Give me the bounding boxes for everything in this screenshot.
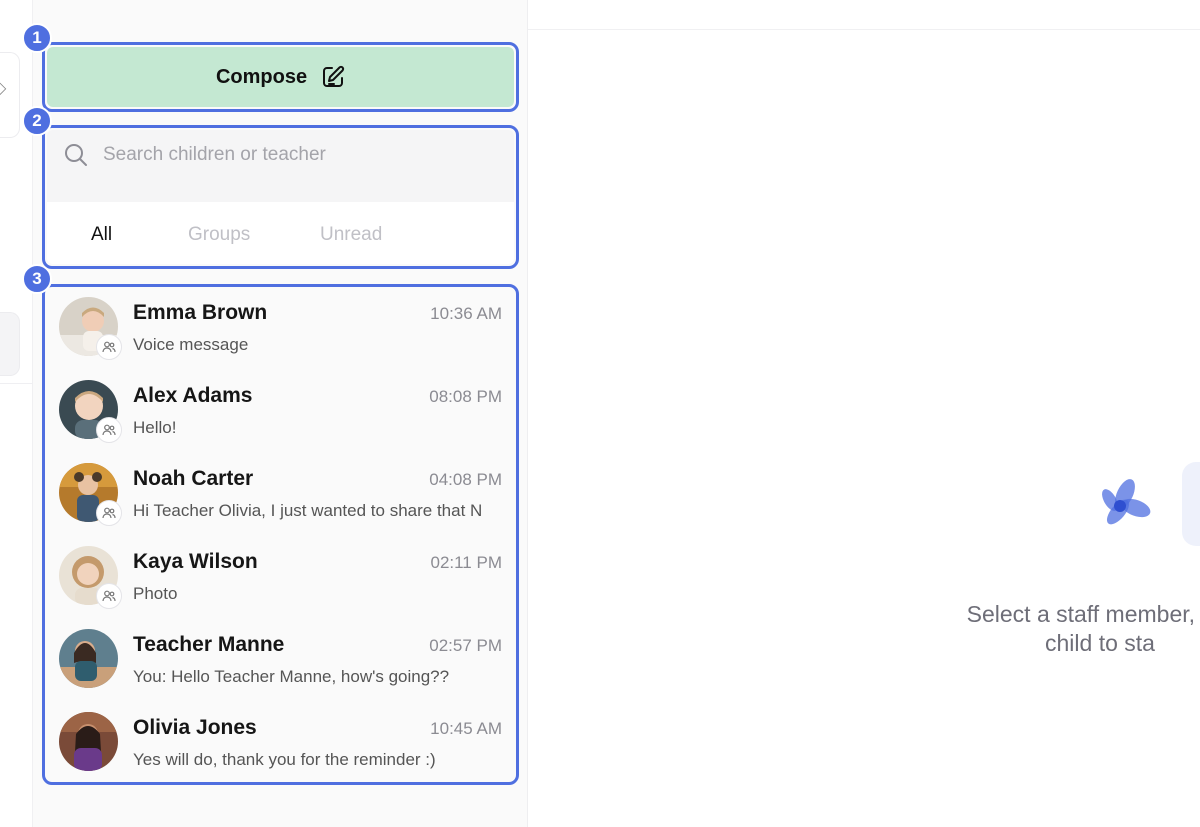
annotation-box-2	[42, 125, 519, 269]
annotation-box-3	[42, 284, 519, 785]
empty-state-line-2: child to sta	[1045, 630, 1155, 656]
annotation-badge-2: 2	[22, 106, 52, 136]
header-divider	[528, 29, 1200, 30]
empty-state-line-1: Select a staff member, cre	[966, 601, 1200, 627]
rail-divider	[0, 383, 33, 384]
annotation-box-1	[42, 42, 519, 112]
rail-card-selected[interactable]	[0, 312, 20, 376]
annotation-badge-1: 1	[22, 23, 52, 53]
empty-state-message: Select a staff member, cre child to sta	[890, 600, 1200, 658]
annotation-badge-3: 3	[22, 264, 52, 294]
chevron-icon[interactable]: ◇	[0, 78, 6, 97]
empty-state-card	[1182, 462, 1200, 546]
app-logo-icon	[1102, 479, 1151, 525]
